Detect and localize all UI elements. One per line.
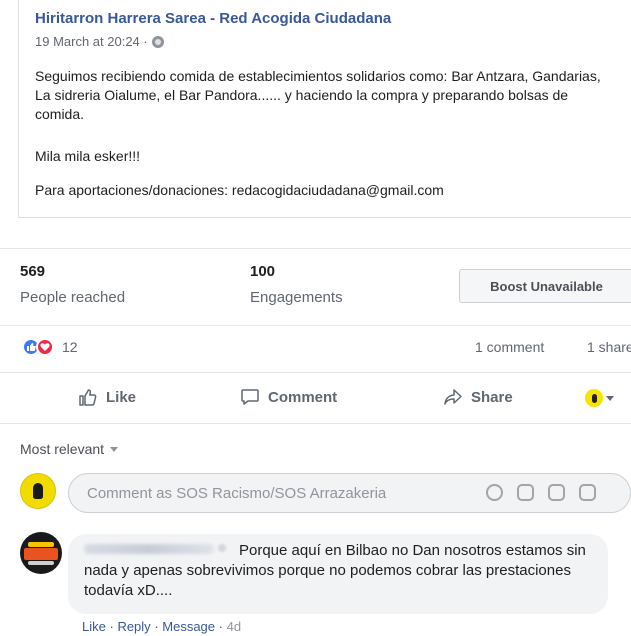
comment-timestamp[interactable]: 4d — [227, 619, 241, 634]
love-reaction-icon — [36, 338, 54, 356]
reactions-summary: 12 1 share 1 comment — [0, 325, 631, 367]
post-action-bar: Like Comment Share — [0, 372, 631, 424]
comments-count[interactable]: 1 comment — [475, 339, 544, 355]
engagements-label: Engagements — [250, 289, 343, 306]
gif-icon[interactable] — [548, 484, 565, 501]
shared-post-card[interactable]: Hiritarron Harrera Sarea - Red Acogida C… — [18, 0, 631, 218]
comment-actions: Like · Reply · Message · 4d — [82, 619, 242, 634]
reaction-count[interactable]: 12 — [62, 339, 78, 355]
composer-icons — [486, 484, 596, 501]
comment-like-link[interactable]: Like — [82, 619, 106, 634]
thumbs-up-icon — [79, 389, 97, 406]
share-button-label: Share — [471, 388, 513, 406]
comment-button[interactable]: Comment — [240, 387, 337, 407]
comment-text: Porque aquí en Bilbao no Dan nosotros es… — [84, 542, 586, 599]
comment-sort-label: Most relevant — [20, 441, 105, 457]
share-button[interactable]: Share — [443, 387, 513, 407]
like-button-label: Like — [106, 388, 137, 406]
post-timestamp[interactable]: 19 March at 20:24 · — [35, 34, 148, 49]
emoji-icon[interactable] — [486, 484, 503, 501]
comment-icon — [241, 389, 259, 405]
shared-page-name-link[interactable]: Hiritarron Harrera Sarea - Red Acogida C… — [35, 10, 391, 27]
engagements-value[interactable]: 100 — [250, 263, 275, 280]
camera-icon[interactable] — [517, 484, 534, 501]
boost-unavailable-button[interactable]: Boost Unavailable — [459, 269, 631, 303]
comment-bubble: Porque aquí en Bilbao no Dan nosotros es… — [68, 534, 608, 614]
like-button[interactable]: Like — [78, 387, 136, 407]
comment-reply-link[interactable]: Reply — [117, 619, 150, 634]
commenter-avatar[interactable] — [20, 532, 62, 574]
sticker-icon[interactable] — [579, 484, 596, 501]
share-arrow-icon — [444, 389, 462, 405]
comment-sort-dropdown[interactable]: Most relevant — [20, 441, 119, 457]
globe-icon — [151, 35, 164, 48]
post-meta: 19 March at 20:24 · — [35, 34, 164, 49]
shares-count[interactable]: 1 share — [587, 339, 631, 355]
reaction-icons[interactable] — [22, 338, 54, 356]
post-paragraph-2: Mila mila esker!!! — [35, 148, 141, 164]
chevron-down-icon — [110, 446, 119, 452]
post-paragraph-3: Para aportaciones/donaciones: redacogida… — [35, 182, 444, 198]
post-insights: 569 People reached 100 Engagements Boost… — [0, 248, 631, 318]
people-reached-label: People reached — [20, 289, 126, 306]
chevron-down-icon — [606, 395, 614, 401]
comment-message-link[interactable]: Message — [162, 619, 215, 634]
people-reached-value[interactable]: 569 — [20, 263, 45, 280]
page-avatar-small — [585, 389, 603, 407]
page-avatar[interactable] — [20, 473, 56, 509]
post-as-page-selector[interactable] — [585, 389, 614, 407]
post-paragraph-1: Seguimos recibiendo comida de establecim… — [35, 68, 601, 122]
comment-button-label: Comment — [268, 388, 338, 406]
